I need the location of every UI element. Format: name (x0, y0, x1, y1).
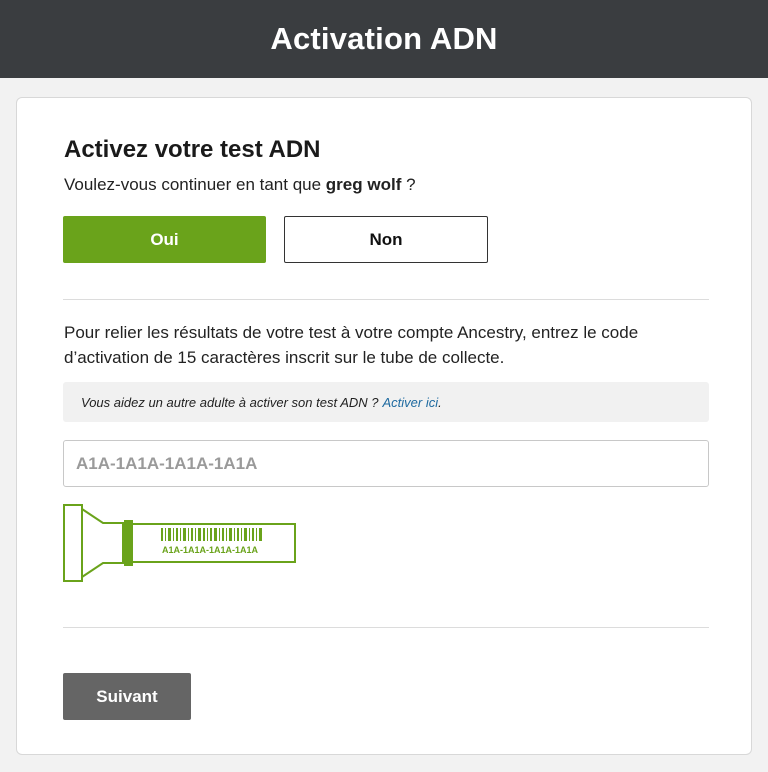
page-title: Activation ADN (270, 21, 498, 56)
instructions-text: Pour relier les résultats de votre test … (64, 323, 639, 367)
no-button[interactable]: Non (284, 216, 488, 263)
top-header: Activation ADN (0, 0, 768, 78)
tube-body (122, 523, 296, 563)
continue-as-question: Voulez-vous continuer en tant que greg w… (64, 175, 416, 195)
user-name: greg wolf (325, 175, 402, 194)
question-suffix: ? (401, 175, 416, 194)
help-end: . (438, 394, 442, 410)
collection-tube-icon: A1A-1A1A-1A1A-1A1A (63, 504, 296, 582)
activation-code-input[interactable] (63, 440, 709, 487)
divider-bottom (63, 627, 709, 628)
help-box: Vous aidez un autre adulte à activer son… (63, 382, 709, 422)
activate-here-link[interactable]: Activer ici (382, 395, 438, 410)
tube-code-label: A1A-1A1A-1A1A-1A1A (162, 545, 259, 555)
tube-funnel (81, 508, 124, 578)
tube-band (124, 520, 133, 566)
yes-button[interactable]: Oui (63, 216, 266, 263)
card-title: Activez votre test ADN (64, 136, 321, 163)
activation-card: Activez votre test ADN Voulez-vous conti… (16, 97, 752, 755)
next-button[interactable]: Suivant (63, 673, 191, 720)
tube-cap-flange (63, 504, 83, 582)
question-prefix: Voulez-vous continuer en tant que (64, 175, 326, 194)
barcode-icon (161, 528, 262, 541)
divider-top (63, 299, 709, 300)
help-text: Vous aidez un autre adulte à activer son… (81, 394, 379, 410)
